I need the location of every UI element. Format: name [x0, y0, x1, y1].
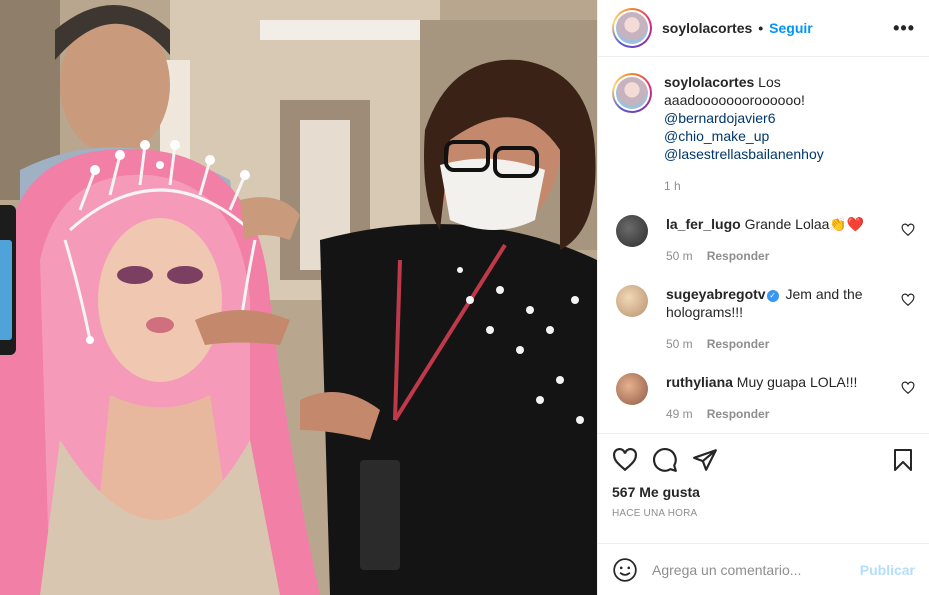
comment-time[interactable]: 50 m	[666, 247, 693, 265]
comment-body: sugeyabregotv ✓ Jem and the holograms!!! …	[666, 285, 896, 353]
separator-dot: •	[758, 20, 764, 36]
comments-list[interactable]: soylolacortes Los aaadoooooooroooooo! @b…	[598, 57, 929, 433]
photo-illustration	[0, 0, 597, 595]
author-avatar[interactable]	[612, 8, 652, 48]
post-header: soylolacortes • Seguir •••	[598, 0, 929, 57]
comment-meta: 50 m Responder	[666, 247, 896, 265]
comment-body: la_fer_lugo Grande Lolaa👏❤️ 50 m Respond…	[666, 215, 896, 265]
comment-meta: 50 m Responder	[666, 335, 896, 353]
mention-link[interactable]: @bernardojavier6	[664, 109, 904, 127]
commenter-avatar[interactable]	[616, 285, 648, 317]
commenter-avatar[interactable]	[616, 373, 648, 405]
more-options-icon[interactable]: •••	[893, 18, 915, 39]
commenter-username[interactable]: ruthyliana	[666, 374, 733, 390]
like-heart-icon[interactable]	[612, 447, 638, 473]
commenter-username[interactable]: sugeyabregotv	[666, 286, 766, 302]
mention-link[interactable]: @lasestrellasbailanenhoy	[664, 145, 904, 163]
caption-meta: 1 h	[664, 177, 904, 195]
emoji-smiley-icon[interactable]	[612, 557, 638, 583]
caption-username[interactable]: soylolacortes	[664, 74, 754, 90]
comment-time[interactable]: 49 m	[666, 405, 693, 423]
like-comment-heart-icon[interactable]	[901, 223, 915, 237]
instagram-post: soylolacortes • Seguir ••• soylolacortes…	[0, 0, 929, 595]
publish-button[interactable]: Publicar	[860, 562, 915, 578]
post-sidebar: soylolacortes • Seguir ••• soylolacortes…	[597, 0, 929, 595]
author-username[interactable]: soylolacortes	[662, 20, 752, 36]
post-photo[interactable]	[0, 0, 597, 595]
posted-time[interactable]: HACE UNA HORA	[612, 508, 915, 519]
comment-item: ruthyliana Muy guapa LOLA!!! 49 m Respon…	[612, 373, 915, 423]
caption-avatar[interactable]	[612, 73, 652, 113]
like-comment-heart-icon[interactable]	[901, 381, 915, 395]
post-caption: soylolacortes Los aaadoooooooroooooo! @b…	[612, 73, 915, 195]
comment-input[interactable]: Agrega un comentario...	[652, 562, 860, 578]
verified-badge-icon: ✓	[766, 290, 779, 302]
reply-button[interactable]: Responder	[707, 335, 770, 353]
caption-time[interactable]: 1 h	[664, 177, 681, 195]
comment-text: Muy guapa LOLA!!!	[736, 374, 858, 390]
comment-item: la_fer_lugo Grande Lolaa👏❤️ 50 m Respond…	[612, 215, 915, 265]
bookmark-icon[interactable]	[891, 447, 915, 473]
reply-button[interactable]: Responder	[707, 405, 770, 423]
comment-time[interactable]: 50 m	[666, 335, 693, 353]
commenter-avatar[interactable]	[616, 215, 648, 247]
follow-button[interactable]: Seguir	[769, 20, 813, 36]
action-icons	[612, 446, 915, 474]
comment-text: Grande Lolaa👏❤️	[744, 216, 865, 232]
like-comment-heart-icon[interactable]	[901, 293, 915, 307]
comment-composer: Agrega un comentario... Publicar	[598, 543, 929, 595]
mention-link[interactable]: @chio_make_up	[664, 127, 904, 145]
comment-meta: 49 m Responder	[666, 405, 896, 423]
comment-bubble-icon[interactable]	[652, 447, 678, 473]
reply-button[interactable]: Responder	[707, 247, 770, 265]
share-paper-plane-icon[interactable]	[692, 447, 718, 473]
likes-count[interactable]: 567 Me gusta	[612, 484, 915, 500]
comment-body: ruthyliana Muy guapa LOLA!!! 49 m Respon…	[666, 373, 896, 423]
comment-item: sugeyabregotv ✓ Jem and the holograms!!! …	[612, 285, 915, 353]
post-actions: 567 Me gusta HACE UNA HORA	[598, 433, 929, 543]
commenter-username[interactable]: la_fer_lugo	[666, 216, 741, 232]
caption-body: soylolacortes Los aaadoooooooroooooo! @b…	[664, 73, 904, 195]
